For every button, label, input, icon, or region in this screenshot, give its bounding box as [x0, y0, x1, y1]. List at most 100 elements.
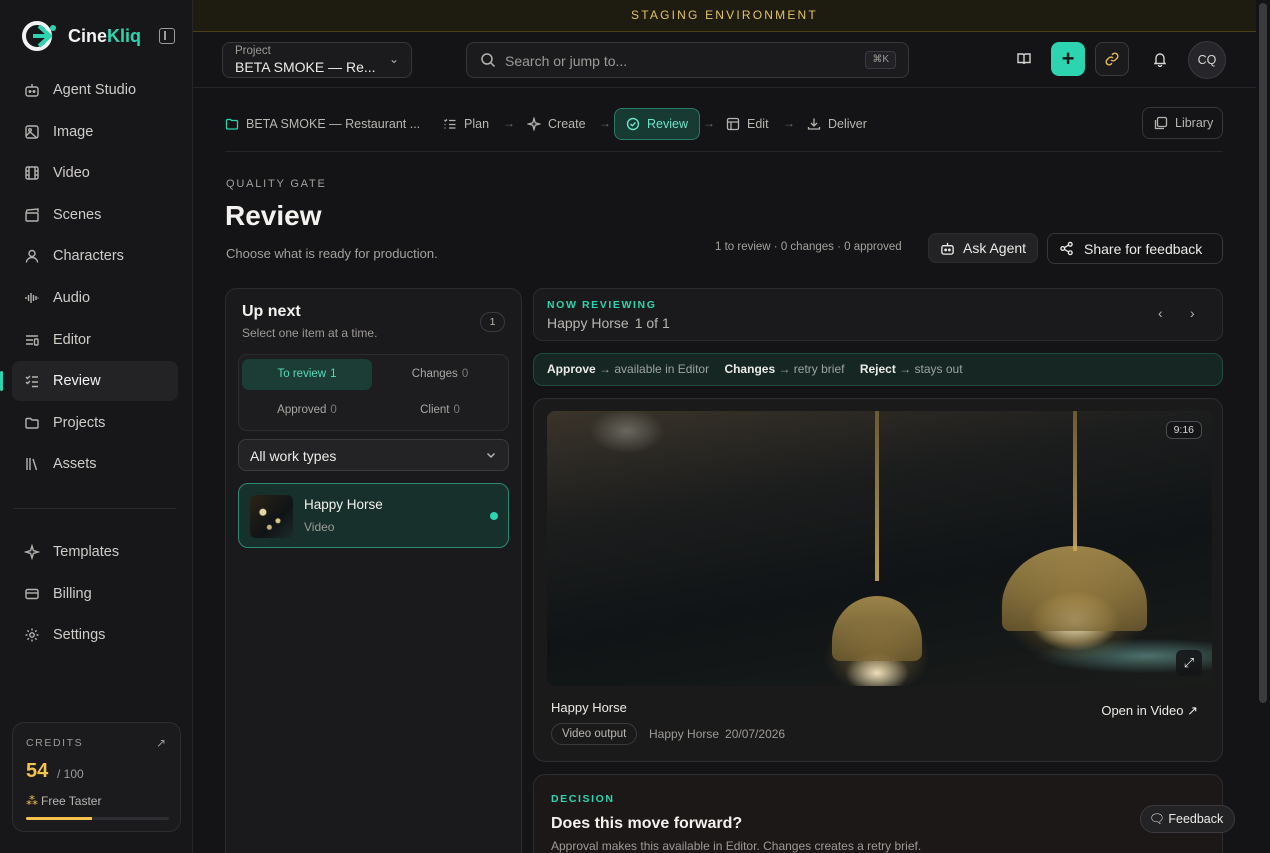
sidebar-item-label: Audio	[53, 289, 91, 306]
ask-agent-label: Ask Agent	[963, 240, 1027, 256]
sidebar-item-label: Image	[53, 123, 94, 140]
page-scrollbar[interactable]	[1256, 0, 1270, 853]
robot-icon	[24, 82, 40, 98]
page-title: Review	[225, 200, 322, 231]
sidebar-item-label: Scenes	[53, 206, 102, 223]
filter-changes[interactable]: Changes 0	[375, 359, 505, 390]
filter-approved[interactable]: Approved 0	[242, 395, 372, 426]
step-project-label: BETA SMOKE — Restaurant ...	[246, 117, 421, 131]
filter-to-review[interactable]: To review 1	[242, 359, 372, 390]
step-label: Create	[548, 117, 586, 131]
work-type-select[interactable]: All work types	[238, 439, 509, 471]
work-type-value: All work types	[250, 448, 337, 464]
step-review[interactable]: Review	[614, 108, 700, 140]
open-in-video-link[interactable]: Open in Video ↗	[1101, 703, 1198, 719]
step-label: Edit	[747, 117, 769, 131]
step-label: Plan	[464, 117, 490, 131]
sidebar-item-projects[interactable]: Projects	[12, 403, 178, 443]
folder-camera-icon	[225, 118, 239, 130]
project-selector[interactable]: Project BETA SMOKE — Re... ⌄	[222, 42, 412, 78]
aspect-ratio-badge: 9:16	[1165, 421, 1202, 439]
bell-icon	[1153, 53, 1167, 67]
sidebar-item-label: Projects	[53, 414, 106, 431]
sidebar: CineKliq Agent Studio Image Video Scenes	[0, 0, 193, 853]
user-avatar[interactable]: CQ	[1188, 41, 1226, 79]
sidebar-collapse-icon[interactable]	[159, 28, 175, 44]
sidebar-item-agent-studio[interactable]: Agent Studio	[12, 70, 178, 110]
chevron-left-icon[interactable]: ‹	[1158, 305, 1163, 321]
credits-title: CREDITS	[26, 737, 84, 749]
brand-name: CineKliq	[68, 25, 142, 46]
sidebar-item-editor[interactable]: Editor	[12, 320, 178, 360]
sidebar-nav: Agent Studio Image Video Scenes Characte…	[0, 70, 178, 486]
feedback-button[interactable]: 🗨 Feedback	[1140, 805, 1235, 833]
create-button[interactable]: +	[1051, 42, 1085, 76]
output-type-chip: Video output	[551, 723, 638, 745]
sidebar-item-label: Templates	[53, 544, 120, 560]
sparkle-icon	[527, 117, 541, 131]
share-feedback-button[interactable]: Share for feedback	[1047, 233, 1223, 264]
step-label: Deliver	[828, 117, 867, 131]
sidebar-item-billing[interactable]: Billing	[12, 574, 178, 614]
sidebar-item-assets[interactable]: Assets	[12, 444, 178, 484]
link-icon	[1105, 52, 1119, 66]
arrow-right-icon: →	[703, 116, 715, 130]
sidebar-item-scenes[interactable]: Scenes	[12, 195, 178, 235]
library-button[interactable]: Library	[1142, 107, 1223, 139]
step-create[interactable]: Create	[527, 108, 586, 140]
sidebar-item-audio[interactable]: Audio	[12, 278, 178, 318]
sidebar-item-image[interactable]: Image	[12, 112, 178, 152]
sidebar-item-templates[interactable]: Templates	[12, 532, 178, 572]
credits-card[interactable]: CREDITS ↗ 54 / 100 ⁂ Free Taster	[12, 722, 181, 832]
docs-button[interactable]	[1007, 42, 1041, 76]
decision-eyebrow: DECISION	[551, 793, 615, 805]
page-eyebrow: QUALITY GATE	[226, 178, 327, 190]
sidebar-secondary-nav: Templates Billing Settings	[12, 532, 178, 657]
sidebar-item-label: Editor	[53, 331, 91, 348]
notifications-button[interactable]	[1143, 42, 1177, 76]
sidebar-item-review[interactable]: Review	[0, 361, 178, 402]
sidebar-divider	[14, 508, 176, 509]
library-icon	[24, 456, 40, 472]
project-value: BETA SMOKE — Re...	[235, 59, 376, 75]
plus-icon: +	[1061, 46, 1075, 71]
expand-icon[interactable]: ⤢	[1176, 650, 1202, 676]
chevron-right-icon[interactable]: ›	[1190, 305, 1195, 321]
external-arrow-icon[interactable]: ↗	[156, 736, 166, 750]
sidebar-item-label: Billing	[53, 585, 92, 602]
step-edit[interactable]: Edit	[726, 108, 769, 140]
brand[interactable]: CineKliq	[20, 18, 141, 54]
sidebar-item-label: Settings	[53, 627, 106, 644]
top-header: Project BETA SMOKE — Re... ⌄ Search or j…	[193, 32, 1256, 88]
search-input[interactable]: Search or jump to... ⌘K	[466, 42, 909, 78]
sidebar-item-characters[interactable]: Characters	[12, 236, 178, 276]
download-icon	[807, 118, 821, 130]
up-next-count-badge: 1	[480, 312, 505, 332]
ask-agent-button[interactable]: Ask Agent	[928, 233, 1038, 263]
share-icon	[1060, 241, 1073, 256]
video-preview[interactable]: 9:16 ⤢	[547, 411, 1212, 686]
now-reviewing-eyebrow: NOW REVIEWING	[547, 299, 657, 311]
sparkle-icon	[24, 544, 40, 560]
up-next-subtitle: Select one item at a time.	[242, 326, 378, 340]
decision-card: DECISION Does this move forward? Approva…	[533, 774, 1223, 853]
sidebar-item-video[interactable]: Video	[12, 153, 178, 193]
share-feedback-label: Share for feedback	[1084, 240, 1203, 257]
scrollbar-thumb[interactable]	[1259, 3, 1267, 703]
user-icon	[24, 248, 40, 264]
now-reviewing-bar: NOW REVIEWING Happy Horse 1 of 1 ‹ ›	[533, 288, 1223, 341]
media-meta: Happy Horse 20/07/2026	[649, 727, 786, 741]
chat-icon: 🗨	[1149, 812, 1165, 826]
workflow-stepper: BETA SMOKE — Restaurant ... Plan → Creat…	[225, 108, 1223, 140]
step-project[interactable]: BETA SMOKE — Restaurant ...	[225, 108, 420, 140]
review-item-card[interactable]: Happy Horse Video	[238, 483, 509, 548]
step-deliver[interactable]: Deliver	[807, 108, 867, 140]
sidebar-item-settings[interactable]: Settings	[12, 615, 178, 655]
search-placeholder: Search or jump to...	[505, 53, 628, 69]
step-plan[interactable]: Plan	[443, 108, 489, 140]
status-filter-group: To review 1 Changes 0 Approved 0 Client 0	[238, 354, 509, 431]
integrations-button[interactable]	[1095, 42, 1129, 76]
item-type: Video	[304, 520, 335, 534]
filter-client[interactable]: Client 0	[375, 395, 505, 426]
layout-icon	[726, 117, 740, 131]
